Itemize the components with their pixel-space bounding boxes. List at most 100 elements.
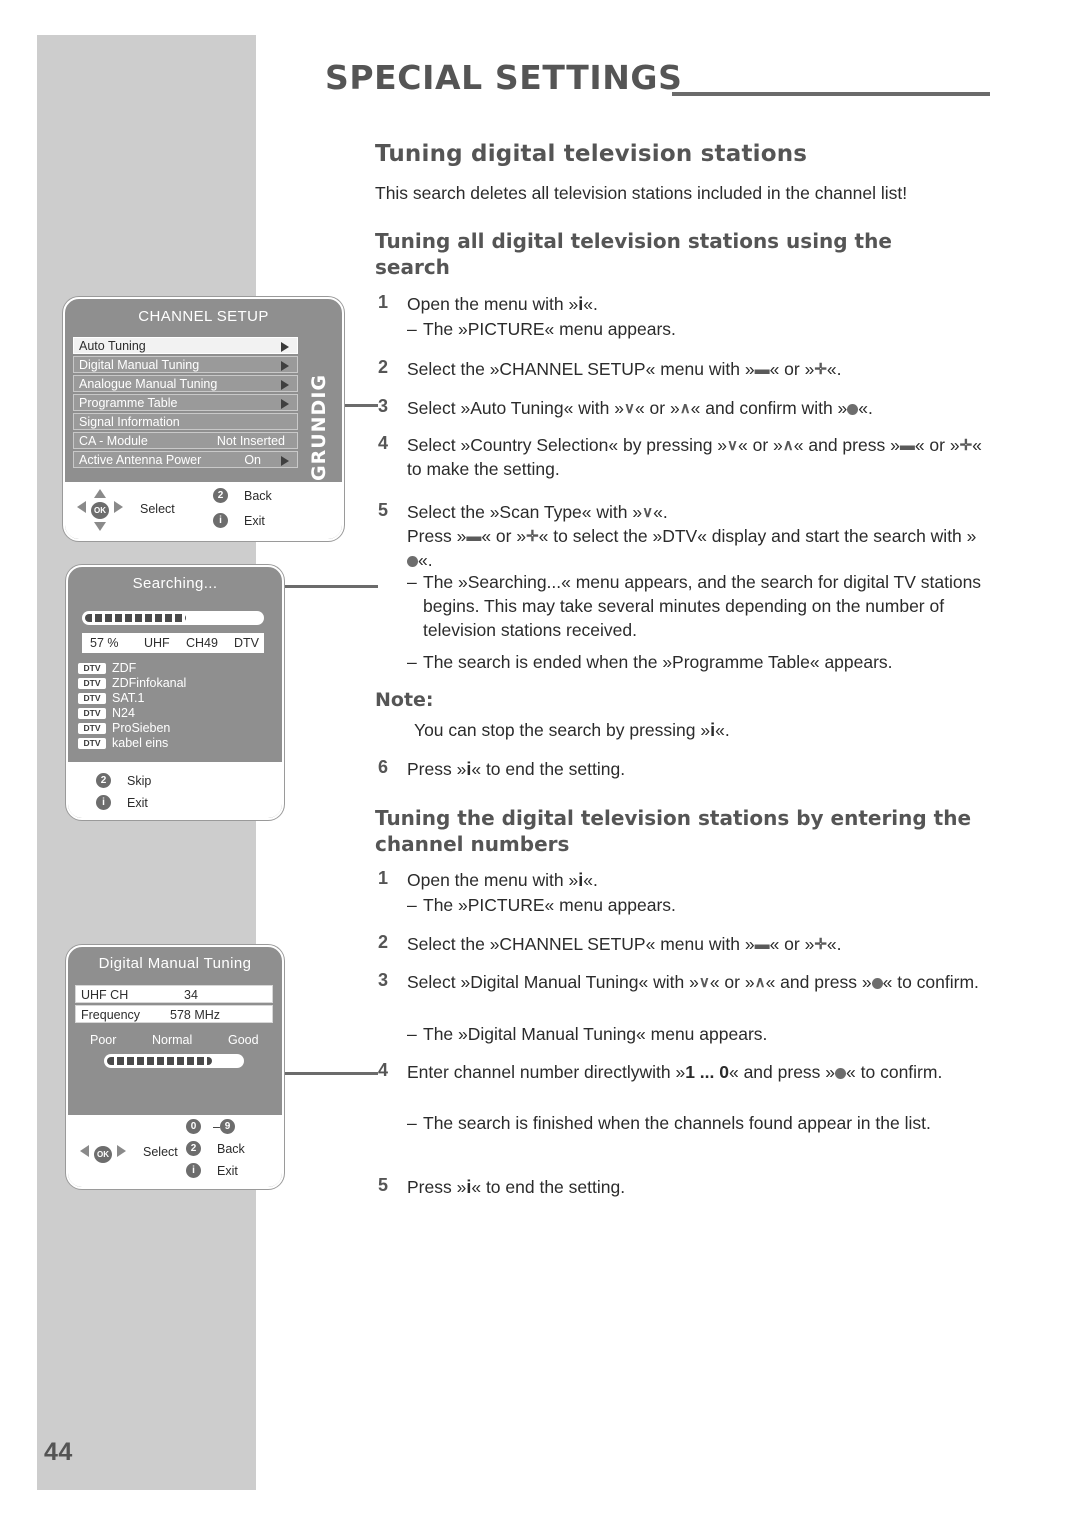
s2-step-2-number: 2 — [378, 932, 389, 952]
s2-step-4-sub: – The search is finished when the channel… — [407, 1113, 931, 1133]
subsection-1-heading: Tuning all digital television stations u… — [375, 229, 892, 279]
skip-label: Skip — [127, 774, 152, 788]
osd-manual-tuning-title: Digital Manual Tuning — [98, 955, 252, 972]
exit-label: Exit — [244, 514, 265, 528]
chevron-right-icon — [281, 456, 289, 466]
channel-name: SAT.1 — [112, 691, 145, 705]
arrow-right-icon — [117, 1145, 126, 1157]
step-5-text: Select the »Scan Type« with »∨«. Press »▬… — [407, 502, 977, 571]
osd-searching-title: Searching... — [132, 575, 218, 592]
key-2-icon: 2 — [213, 488, 228, 503]
search-progress-bar — [82, 611, 264, 625]
note-label: Note: — [375, 689, 434, 711]
s2-step-3-number: 3 — [378, 970, 389, 990]
menu-item-analogue-manual-tuning[interactable]: Analogue Manual Tuning — [73, 375, 298, 392]
chevron-right-icon — [281, 342, 289, 352]
s2-step-4-text: Enter channel number directlywith »1 ...… — [407, 1062, 943, 1082]
osd-channel-setup-footer: OK Select 2 Back i Exit — [65, 482, 342, 539]
list-item[interactable]: DTV ZDF — [78, 661, 274, 675]
menu-item-active-antenna-power[interactable]: Active Antenna Power On — [73, 451, 298, 468]
grundig-logo: GRUNDIG — [308, 374, 330, 481]
back-label: Back — [244, 489, 272, 503]
field-frequency[interactable]: Frequency 578 MHz — [75, 1005, 273, 1023]
s2-step-2-text: Select the »CHANNEL SETUP« menu with »▬«… — [407, 934, 842, 954]
arrow-up-icon — [94, 489, 106, 498]
osd-channel-setup-title: CHANNEL SETUP — [138, 308, 269, 325]
chevron-right-icon — [281, 380, 289, 390]
channel-name: ZDFinfokanal — [112, 676, 187, 690]
s2-step-5-number: 5 — [378, 1175, 389, 1195]
search-status-row: 57 % UHF CH49 DTV — [82, 633, 264, 653]
key-info-icon: i — [96, 795, 111, 810]
dtv-tag-icon: DTV — [78, 723, 106, 734]
s2-step-3-text: Select »Digital Manual Tuning« with »∨« … — [407, 972, 979, 992]
menu-item-signal-information[interactable]: Signal Information — [73, 413, 298, 430]
s2-step-1-text: Open the menu with »i«. — [407, 870, 598, 890]
channel-name: kabel eins — [112, 736, 169, 750]
dtv-tag-icon: DTV — [78, 678, 106, 689]
exit-label: Exit — [127, 796, 148, 810]
key-2-icon: 2 — [96, 773, 111, 788]
arrow-down-icon — [94, 522, 106, 531]
quality-good-label: Good — [228, 1033, 259, 1047]
osd-searching: Searching... 57 % UHF CH49 DTV DTV ZDF DT… — [66, 565, 284, 820]
menu-item-value: On — [244, 453, 261, 467]
intro-paragraph: This search deletes all television stati… — [375, 183, 908, 203]
menu-item-ca-module[interactable]: CA - Module Not Inserted — [73, 432, 298, 449]
dpad-select-label: Select — [143, 1145, 178, 1159]
dpad-select-label: Select — [140, 502, 175, 516]
list-item[interactable]: DTV ZDFinfokanal — [78, 676, 274, 690]
step-4-number: 4 — [378, 433, 389, 453]
dtv-tag-icon: DTV — [78, 693, 106, 704]
list-item[interactable]: DTV kabel eins — [78, 736, 274, 750]
title-rule — [672, 92, 990, 96]
arrow-left-icon — [80, 1145, 89, 1157]
step-1-sub: – The »PICTURE« menu appears. — [407, 319, 676, 339]
arrow-right-icon — [114, 501, 123, 513]
channel-name: ProSieben — [112, 721, 171, 735]
field-value: 578 MHz — [170, 1008, 221, 1022]
arrow-left-icon — [77, 501, 86, 513]
menu-item-label: CA - Module — [79, 434, 148, 448]
step-5-sub-2: – The search is ended when the »Programme… — [407, 652, 893, 672]
list-item[interactable]: DTV SAT.1 — [78, 691, 274, 705]
osd-manual-tuning-footer: OK Select 0 – 9 2 Back i Exit — [68, 1115, 282, 1187]
field-uhf-ch[interactable]: UHF CH 34 — [75, 985, 273, 1003]
step-4-text: Select »Country Selection« by pressing »… — [407, 435, 982, 480]
signal-level-fill — [107, 1057, 212, 1065]
menu-item-label: Signal Information — [79, 415, 180, 429]
menu-item-label: Analogue Manual Tuning — [79, 377, 218, 391]
step-5-number: 5 — [378, 500, 389, 520]
list-item[interactable]: DTV N24 — [78, 706, 274, 720]
osd-channel-setup: CHANNEL SETUP Auto Tuning Digital Manual… — [63, 297, 344, 541]
subsection-2-heading: Tuning the digital television stations b… — [375, 806, 972, 856]
step-1-text: Open the menu with »i«. — [407, 294, 598, 314]
quality-poor-label: Poor — [90, 1033, 117, 1047]
s2-step-3-sub: – The »Digital Manual Tuning« menu appear… — [407, 1024, 768, 1044]
page-title: SPECIAL SETTINGS — [325, 58, 683, 97]
signal-level-bar — [104, 1054, 244, 1068]
step-2-text: Select the »CHANNEL SETUP« menu with »▬«… — [407, 359, 842, 379]
field-label: UHF CH — [81, 988, 129, 1002]
signal-quality-labels: Poor Normal Good — [78, 1033, 274, 1049]
menu-item-digital-manual-tuning[interactable]: Digital Manual Tuning — [73, 356, 298, 373]
key-info-icon: i — [186, 1163, 201, 1178]
list-item[interactable]: DTV ProSieben — [78, 721, 274, 735]
chevron-right-icon — [281, 361, 289, 371]
dtv-tag-icon: DTV — [78, 738, 106, 749]
connector-manual-tuning — [268, 1072, 378, 1075]
connector-searching — [268, 585, 378, 588]
dpad-icon[interactable]: OK — [80, 1133, 126, 1175]
chevron-right-icon — [281, 399, 289, 409]
osd-searching-footer: 2 Skip i Exit — [68, 762, 282, 818]
channel-name: ZDF — [112, 661, 137, 675]
key-0-icon: 0 — [186, 1119, 201, 1134]
menu-item-auto-tuning[interactable]: Auto Tuning — [73, 337, 298, 354]
step-5-sub-1: – The »Searching...« menu appears, and th… — [407, 572, 982, 641]
menu-item-programme-table[interactable]: Programme Table — [73, 394, 298, 411]
ok-button-icon: OK — [94, 1146, 112, 1163]
ok-button-icon: OK — [91, 502, 109, 519]
dpad-icon[interactable]: OK — [77, 489, 123, 531]
menu-item-label: Programme Table — [79, 396, 178, 410]
dtv-tag-icon: DTV — [78, 663, 106, 674]
